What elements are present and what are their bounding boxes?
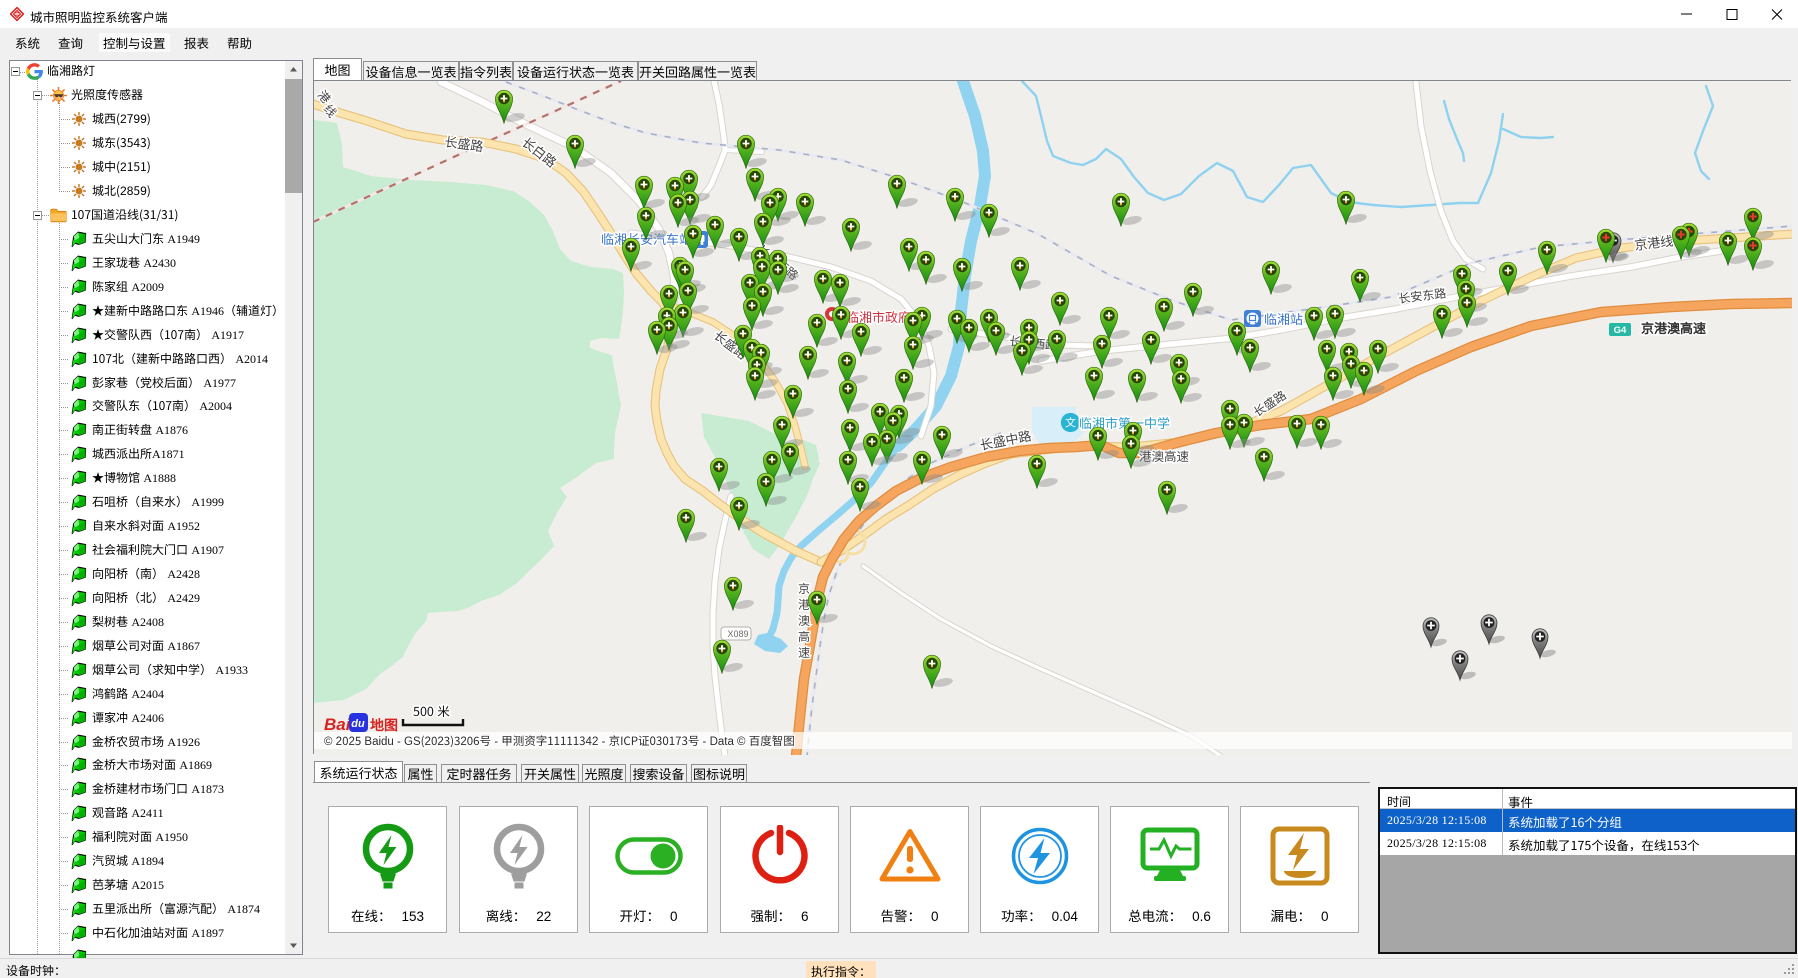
svg-text:du: du [351, 715, 365, 731]
svg-text:京: 京 [798, 580, 810, 597]
svg-text:X089: X089 [727, 627, 748, 640]
svg-text:临湘市政府: 临湘市政府 [846, 307, 911, 326]
svg-text:临湘站: 临湘站 [1264, 309, 1303, 328]
svg-text:高: 高 [798, 628, 810, 645]
svg-text:速: 速 [798, 644, 810, 661]
svg-text:澳: 澳 [798, 612, 810, 629]
svg-text:地图: 地图 [370, 715, 398, 735]
svg-text:500 米: 500 米 [413, 701, 450, 720]
svg-text:Bai: Bai [324, 710, 352, 735]
svg-text:文: 文 [1065, 415, 1076, 431]
svg-text:© 2025 Baidu - GS(2023)3206号 -: © 2025 Baidu - GS(2023)3206号 - 甲测资字11111… [324, 733, 795, 749]
svg-text:G4: G4 [1614, 322, 1627, 336]
svg-text:京港澳高速: 京港澳高速 [1641, 318, 1706, 337]
